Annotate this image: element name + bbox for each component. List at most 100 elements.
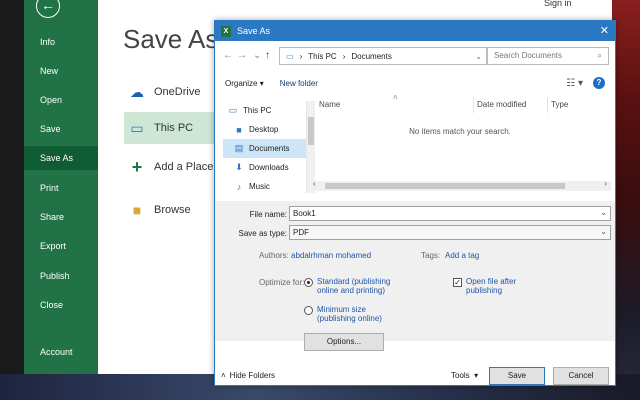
save-button[interactable]: Save [489,367,545,385]
search-icon: ⌕ [597,51,602,60]
new-folder-button[interactable]: New folder [280,79,318,88]
sidebar-item-save-as[interactable]: Save As [24,146,98,170]
forward-arrow-icon[interactable]: → [237,50,247,61]
tree-item-this-pc[interactable]: ▭ This PC [223,101,306,120]
desktop-edge [0,0,24,400]
horizontal-scrollbar[interactable]: ‹ › [311,179,611,191]
column-name[interactable]: Name [319,100,340,109]
backstage-sidebar: ← Info New Open Save Save As Print Share… [24,0,98,374]
column-divider [473,97,474,113]
file-list-header: Name ˄ Date modified Type [311,93,609,113]
tags-value[interactable]: Add a tag [445,251,479,260]
location-label: OneDrive [154,86,201,98]
options-button[interactable]: Options... [304,333,384,351]
column-divider [547,97,548,113]
dialog-title: Save As [237,26,271,36]
checkbox-open-after[interactable]: ✓ Open file after publishing [453,277,516,295]
tree-item-desktop[interactable]: ■ Desktop [223,120,306,139]
dialog-titlebar[interactable]: X Save As ✕ [215,21,615,41]
tools-label: Tools [451,371,470,380]
location-label: Add a Place [154,161,214,173]
search-placeholder: Search Documents [494,51,563,60]
folder-icon: ■ [132,202,142,218]
tools-button[interactable]: Tools ▾ [451,371,478,380]
radio-minimum[interactable]: Minimum size (publishing online) [304,305,382,323]
save-type-select[interactable]: PDF ⌄ [289,225,611,240]
view-options-icon[interactable]: ☷ ▾ [566,78,583,89]
scroll-right-icon[interactable]: › [604,179,607,188]
location-label: Browse [154,204,191,216]
up-arrow-icon[interactable]: ↑ [265,50,270,61]
location-onedrive[interactable]: ☁ OneDrive [124,76,216,108]
plus-icon: + [131,156,143,177]
save-type-value: PDF [293,228,309,237]
tags-label: Tags: [421,251,441,260]
hide-folders-button[interactable]: ˄ Hide Folders [221,371,275,380]
breadcrumb-this-pc[interactable]: This PC [308,52,336,61]
sign-in-link[interactable]: Sign in [544,0,572,8]
tree-item-music[interactable]: ♪ Music [223,177,306,196]
sidebar-item-open[interactable]: Open [24,88,98,112]
empty-message: No items match your search. [409,127,511,136]
sidebar-item-print[interactable]: Print [24,176,98,200]
sidebar-item-close[interactable]: Close [24,293,98,317]
address-bar[interactable]: ▭ › This PC › Documents ⌄ [279,47,487,65]
scroll-thumb[interactable] [325,183,565,189]
chevron-down-icon[interactable]: ⌄ [600,227,607,236]
hide-folders-label: Hide Folders [229,371,276,380]
organize-button[interactable]: Organize ▾ [225,79,264,88]
column-type[interactable]: Type [551,100,568,109]
radio-unselected-icon[interactable] [304,306,313,315]
location-add-place[interactable]: + Add a Place [124,151,216,183]
dialog-toolbar: Organize ▾ New folder ☷ ▾ ? [215,75,615,91]
computer-icon: ▭ [286,51,294,61]
sidebar-item-export[interactable]: Export [24,234,98,258]
sidebar-item-publish[interactable]: Publish [24,264,98,288]
excel-icon: X [221,25,231,37]
document-icon: ▤ [234,143,244,153]
column-date-modified[interactable]: Date modified [477,100,526,109]
breadcrumb-documents[interactable]: Documents [351,52,391,61]
chevron-up-icon: ˄ [221,371,226,380]
authors-value[interactable]: abdalrhman mohamed [291,251,371,260]
back-arrow-icon[interactable]: ← [223,50,233,61]
tree-item-downloads[interactable]: ⬇ Downloads [223,158,306,177]
option-text-line: publishing [466,286,503,295]
organize-label: Organize [225,78,258,88]
checkmark-icon[interactable]: ✓ [453,278,462,287]
search-input[interactable]: Search Documents ⌕ [487,47,609,65]
open-after-label: Open file after publishing [466,277,516,295]
radio-selected-icon[interactable] [304,278,313,287]
chevron-down-icon[interactable]: ⌄ [475,52,486,61]
option-text-line: online and printing) [317,286,386,295]
close-icon[interactable]: ✕ [600,24,609,37]
location-this-pc[interactable]: ▭ This PC [124,112,216,144]
folder-tree: ▭ This PC ■ Desktop ▤ Documents ⬇ Downloads … [223,101,315,196]
sidebar-item-new[interactable]: New [24,59,98,83]
optimize-label: Optimize for: [259,278,305,287]
chevron-right-icon: › [342,51,346,61]
sidebar-item-share[interactable]: Share [24,205,98,229]
help-icon[interactable]: ? [593,77,605,89]
radio-standard[interactable]: Standard (publishing online and printing) [304,277,390,295]
file-name-value: Book1 [293,209,316,218]
sidebar-item-save[interactable]: Save [24,117,98,141]
music-icon: ♪ [236,181,242,192]
tree-item-documents[interactable]: ▤ Documents [223,139,306,158]
recent-chevron-icon[interactable]: ⌄ [253,50,261,61]
download-icon: ⬇ [235,162,243,172]
option-text-line: Standard (publishing [317,277,391,286]
tree-label: Music [249,182,270,191]
arrow-left-icon[interactable]: ← [36,0,60,18]
file-name-input[interactable]: Book1 ⌄ [289,206,611,221]
sidebar-item-account[interactable]: Account [24,340,98,364]
desktop-icon: ■ [236,124,242,135]
cancel-button[interactable]: Cancel [553,367,609,385]
scroll-left-icon[interactable]: ‹ [313,179,316,188]
save-type-label: Save as type: [238,229,287,238]
location-browse[interactable]: ■ Browse [124,194,216,226]
chevron-down-icon[interactable]: ⌄ [600,208,607,217]
radio-standard-label: Standard (publishing online and printing) [317,277,390,295]
navigation-bar: ← → ⌄ ↑ ▭ › This PC › Documents ⌄ Search… [215,47,615,67]
sidebar-item-info[interactable]: Info [24,30,98,54]
